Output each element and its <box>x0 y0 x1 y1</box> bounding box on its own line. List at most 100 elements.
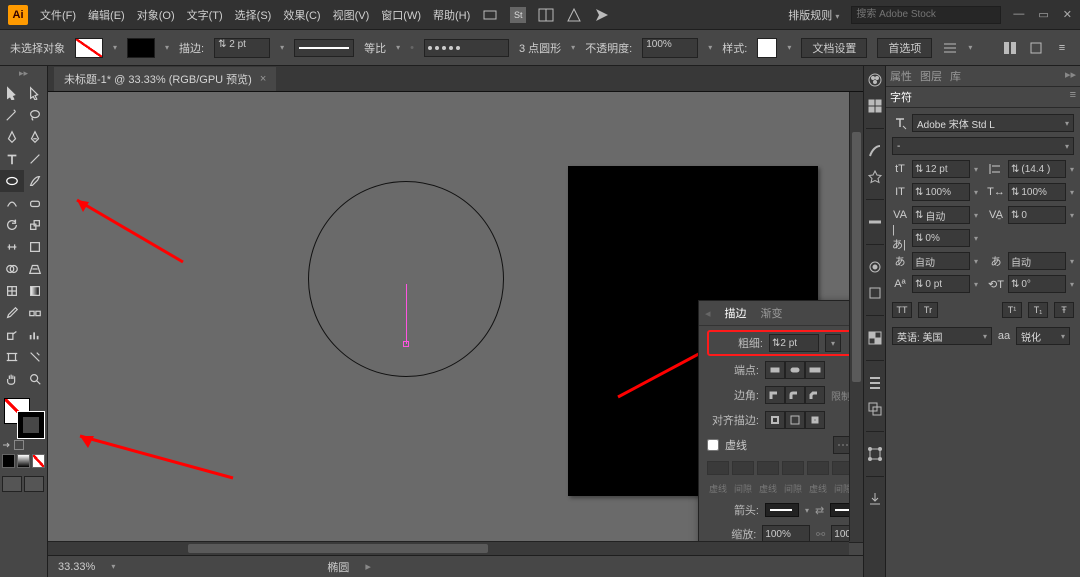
stroke-weight-field[interactable]: ⇅ 2 pt <box>769 334 819 352</box>
stroke-swatch-dropdown[interactable]: ▾ <box>165 43 169 52</box>
tt-strike[interactable]: Ŧ <box>1054 302 1074 318</box>
gpu-icon[interactable] <box>566 7 582 23</box>
stroke-swatch[interactable] <box>127 38 155 58</box>
scale-tool[interactable] <box>24 214 48 236</box>
type-tool[interactable] <box>0 148 24 170</box>
slice-tool[interactable] <box>24 346 48 368</box>
tab-layers[interactable]: 图层 <box>920 68 942 84</box>
vertical-scrollbar[interactable] <box>849 92 863 541</box>
menu-file[interactable]: 文件(F) <box>40 7 76 23</box>
magic-wand-tool[interactable] <box>0 104 24 126</box>
stroke-profile-preview[interactable] <box>294 39 354 57</box>
tsume-input[interactable]: ⇅ 0% <box>912 229 970 247</box>
swap-swatches-icon[interactable] <box>2 440 12 450</box>
appearance-panel-icon[interactable] <box>867 259 883 275</box>
shaper-tool[interactable] <box>0 192 24 214</box>
dash-cell-2[interactable] <box>732 461 754 475</box>
graphic-styles-icon[interactable] <box>867 285 883 301</box>
align-center[interactable] <box>765 411 785 429</box>
opacity-dropdown[interactable]: ▾ <box>708 43 712 52</box>
transform-panel-icon-2[interactable] <box>867 446 883 462</box>
brushes-panel-icon[interactable] <box>867 143 883 159</box>
corner-miter[interactable] <box>765 386 785 404</box>
stock-icon[interactable]: St <box>510 7 526 23</box>
stroke-panel-icon[interactable] <box>867 214 883 230</box>
menu-window[interactable]: 窗口(W) <box>381 7 421 23</box>
arrange-icon[interactable] <box>538 7 554 23</box>
menu-help[interactable]: 帮助(H) <box>433 7 470 23</box>
swap-arrowheads-icon[interactable]: ⇄ <box>815 504 824 517</box>
stroke-panel-tab-stroke[interactable]: 描边 <box>725 305 747 321</box>
workspace-switcher[interactable]: 排版规则 ▾ <box>788 7 839 23</box>
asset-export-icon[interactable] <box>867 491 883 507</box>
close-button[interactable]: ✕ <box>1063 8 1072 21</box>
doc-setup-button[interactable]: 文档设置 <box>801 38 867 58</box>
antialias-select[interactable]: 锐化▾ <box>1016 327 1070 345</box>
minimize-button[interactable]: — <box>1013 8 1024 21</box>
close-tab-icon[interactable]: × <box>260 73 266 85</box>
tab-properties[interactable]: 属性 <box>890 68 912 84</box>
brush-dropdown[interactable]: ▾ <box>571 43 575 52</box>
gradient-tool[interactable] <box>24 280 48 302</box>
tab-libraries[interactable]: 库 <box>950 68 961 84</box>
tab-character[interactable]: 字符 <box>890 89 912 105</box>
cap-round[interactable] <box>785 361 805 379</box>
dash-cell-3[interactable] <box>757 461 779 475</box>
style-dropdown[interactable]: ▾ <box>787 43 791 52</box>
menu-select[interactable]: 选择(S) <box>235 7 272 23</box>
selection-tool[interactable] <box>0 82 24 104</box>
line-tool[interactable] <box>24 148 48 170</box>
char-rotation-input[interactable]: ⇅ 0° <box>1008 275 1066 293</box>
color-panel-icon[interactable] <box>867 72 883 88</box>
stroke-weight-input[interactable]: ⇅ 2 pt <box>214 38 270 58</box>
fill-swatch[interactable] <box>75 38 103 58</box>
aki-after-input[interactable]: 自动 <box>1008 252 1066 270</box>
hand-tool[interactable] <box>0 368 24 390</box>
toolbar-collapse-icon[interactable]: ▸▸ <box>0 68 47 82</box>
lasso-tool[interactable] <box>24 104 48 126</box>
tt-subscript[interactable]: T₁ <box>1028 302 1048 318</box>
align-inside[interactable] <box>785 411 805 429</box>
corner-bevel[interactable] <box>805 386 825 404</box>
stroke-weight-dropdown[interactable]: ▾ <box>280 43 284 52</box>
style-swatch[interactable] <box>757 38 777 58</box>
kerning-input[interactable]: ⇅ 自动 <box>912 206 970 224</box>
tt-smallcaps[interactable]: Tr <box>918 302 938 318</box>
rotate-tool[interactable] <box>0 214 24 236</box>
leading-input[interactable]: ⇅ (14.4 ) <box>1008 160 1066 178</box>
blend-tool[interactable] <box>24 302 48 324</box>
column-graph-tool[interactable] <box>24 324 48 346</box>
document-tab[interactable]: 未标题-1* @ 33.33% (RGB/GPU 预览) × <box>54 67 276 91</box>
screen-mode-full[interactable] <box>24 476 44 492</box>
cap-projecting[interactable] <box>805 361 825 379</box>
zoom-level[interactable]: 33.33% <box>58 561 95 573</box>
prefs-icon[interactable] <box>942 40 958 56</box>
char-panel-collapse-icon[interactable]: ▸▸ <box>1065 68 1076 84</box>
arrowhead-start[interactable] <box>765 503 799 517</box>
maximize-button[interactable]: ▭ <box>1038 8 1048 21</box>
tt-allcaps[interactable]: TT <box>892 302 912 318</box>
opacity-input[interactable]: 100% <box>642 38 698 58</box>
width-tool[interactable] <box>0 236 24 258</box>
default-swatches-icon[interactable] <box>14 440 24 450</box>
swatches-panel-icon[interactable] <box>867 98 883 114</box>
ellipse-tool[interactable] <box>0 170 24 192</box>
stroke-panel-tab-gradient[interactable]: 渐变 <box>761 305 783 321</box>
dash-cell-4[interactable] <box>782 461 804 475</box>
symbols-panel-icon[interactable] <box>867 169 883 185</box>
hscale-input[interactable]: ⇅ 100% <box>1008 183 1066 201</box>
stroke-panel-grip-icon[interactable]: ◂ <box>705 307 711 320</box>
screen-mode-normal[interactable] <box>2 476 22 492</box>
pathfinder-panel-icon[interactable] <box>867 401 883 417</box>
font-family-select[interactable]: Adobe 宋体 Std L▾ <box>912 114 1074 132</box>
send-icon[interactable] <box>594 7 610 23</box>
touch-type-icon[interactable] <box>892 115 908 131</box>
symbol-sprayer-tool[interactable] <box>0 324 24 346</box>
color-mode-gradient[interactable] <box>17 454 30 468</box>
dash-cell-1[interactable] <box>707 461 729 475</box>
curvature-tool[interactable] <box>24 126 48 148</box>
paintbrush-tool[interactable] <box>24 170 48 192</box>
stroke-color-swatch[interactable] <box>18 412 44 438</box>
prefs-dropdown[interactable]: ▾ <box>968 43 972 52</box>
options-menu-icon[interactable]: ≡ <box>1054 40 1070 56</box>
